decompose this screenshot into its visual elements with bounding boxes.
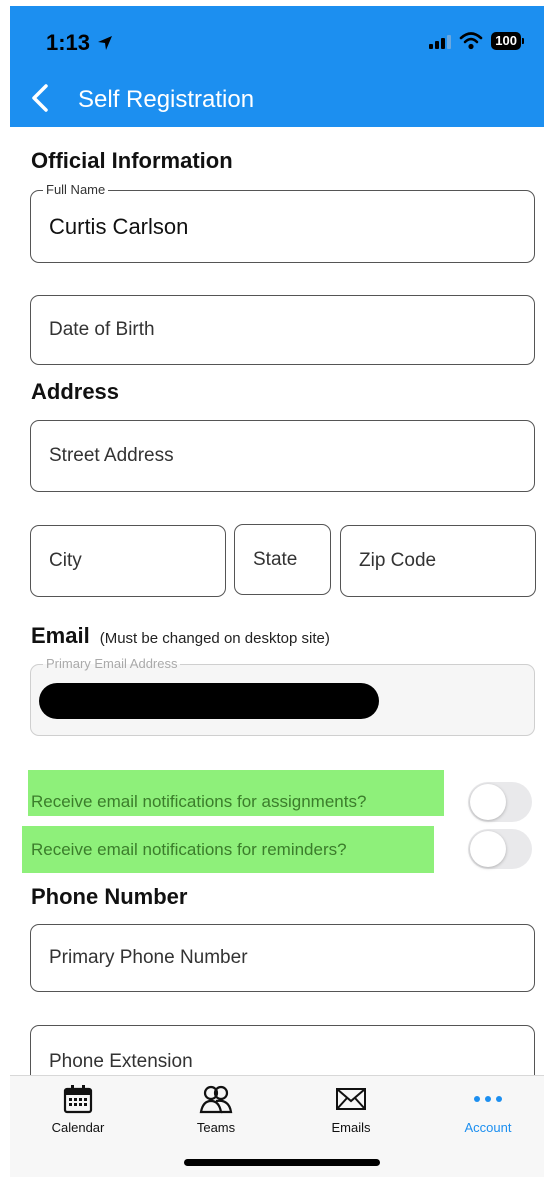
home-indicator: [184, 1159, 380, 1166]
primary-email-label: Primary Email Address: [43, 656, 181, 671]
teams-icon: [199, 1085, 233, 1114]
back-chevron-icon[interactable]: [26, 83, 54, 113]
tab-account[interactable]: Account: [428, 1084, 544, 1135]
email-heading: Email: [31, 623, 90, 648]
tab-teams[interactable]: Teams: [156, 1084, 276, 1135]
date-of-birth-field[interactable]: Date of Birth: [30, 295, 535, 365]
reminders-notification-toggle[interactable]: [468, 829, 532, 869]
tab-teams-label: Teams: [196, 1120, 236, 1135]
tab-account-label: Account: [464, 1120, 512, 1135]
battery-icon: 100: [491, 32, 524, 50]
more-dots-icon: [474, 1096, 502, 1102]
app-header: 1:13 100 Self Registration: [10, 6, 544, 127]
full-name-label: Full Name: [43, 182, 109, 197]
tab-emails-label: Emails: [331, 1120, 371, 1135]
zip-code-placeholder: Zip Code: [359, 550, 437, 571]
phone-extension-placeholder: Phone Extension: [49, 1051, 193, 1072]
calendar-icon: [63, 1085, 93, 1114]
street-address-placeholder: Street Address: [49, 445, 174, 466]
street-address-field[interactable]: Street Address: [30, 420, 535, 492]
official-information-heading: Official Information: [31, 148, 233, 173]
city-field[interactable]: City: [30, 525, 226, 597]
address-heading: Address: [31, 379, 120, 404]
primary-phone-placeholder: Primary Phone Number: [49, 947, 248, 968]
location-arrow-icon: [98, 36, 113, 50]
redaction-mark: [39, 683, 379, 719]
state-field[interactable]: State: [234, 524, 331, 595]
wifi-icon: [459, 32, 483, 50]
status-indicators: 100: [429, 32, 524, 50]
primary-email-field: Primary Email Address: [30, 656, 535, 736]
zip-code-field[interactable]: Zip Code: [340, 525, 536, 597]
full-name-field[interactable]: Full Name Curtis Carlson: [30, 182, 535, 263]
full-name-value[interactable]: Curtis Carlson: [49, 214, 188, 240]
reminders-notification-label: Receive email notifications for reminder…: [31, 840, 347, 859]
assignments-notification-label: Receive email notifications for assignme…: [31, 792, 367, 811]
email-heading-row: Email (Must be changed on desktop site): [31, 623, 330, 649]
email-note: (Must be changed on desktop site): [99, 630, 330, 647]
page-title: Self Registration: [78, 86, 255, 113]
phone-number-heading: Phone Number: [31, 884, 188, 909]
tab-emails[interactable]: Emails: [291, 1084, 411, 1135]
state-placeholder: State: [253, 548, 298, 570]
status-time: 1:13: [46, 30, 114, 56]
envelope-icon: [336, 1088, 366, 1110]
date-of-birth-placeholder: Date of Birth: [49, 319, 155, 340]
primary-phone-field[interactable]: Primary Phone Number: [30, 924, 535, 992]
assignments-notification-toggle[interactable]: [468, 782, 532, 822]
tab-calendar-label: Calendar: [51, 1120, 105, 1135]
city-placeholder: City: [49, 550, 82, 571]
tab-calendar[interactable]: Calendar: [18, 1084, 138, 1135]
cellular-signal-icon: [429, 33, 452, 49]
